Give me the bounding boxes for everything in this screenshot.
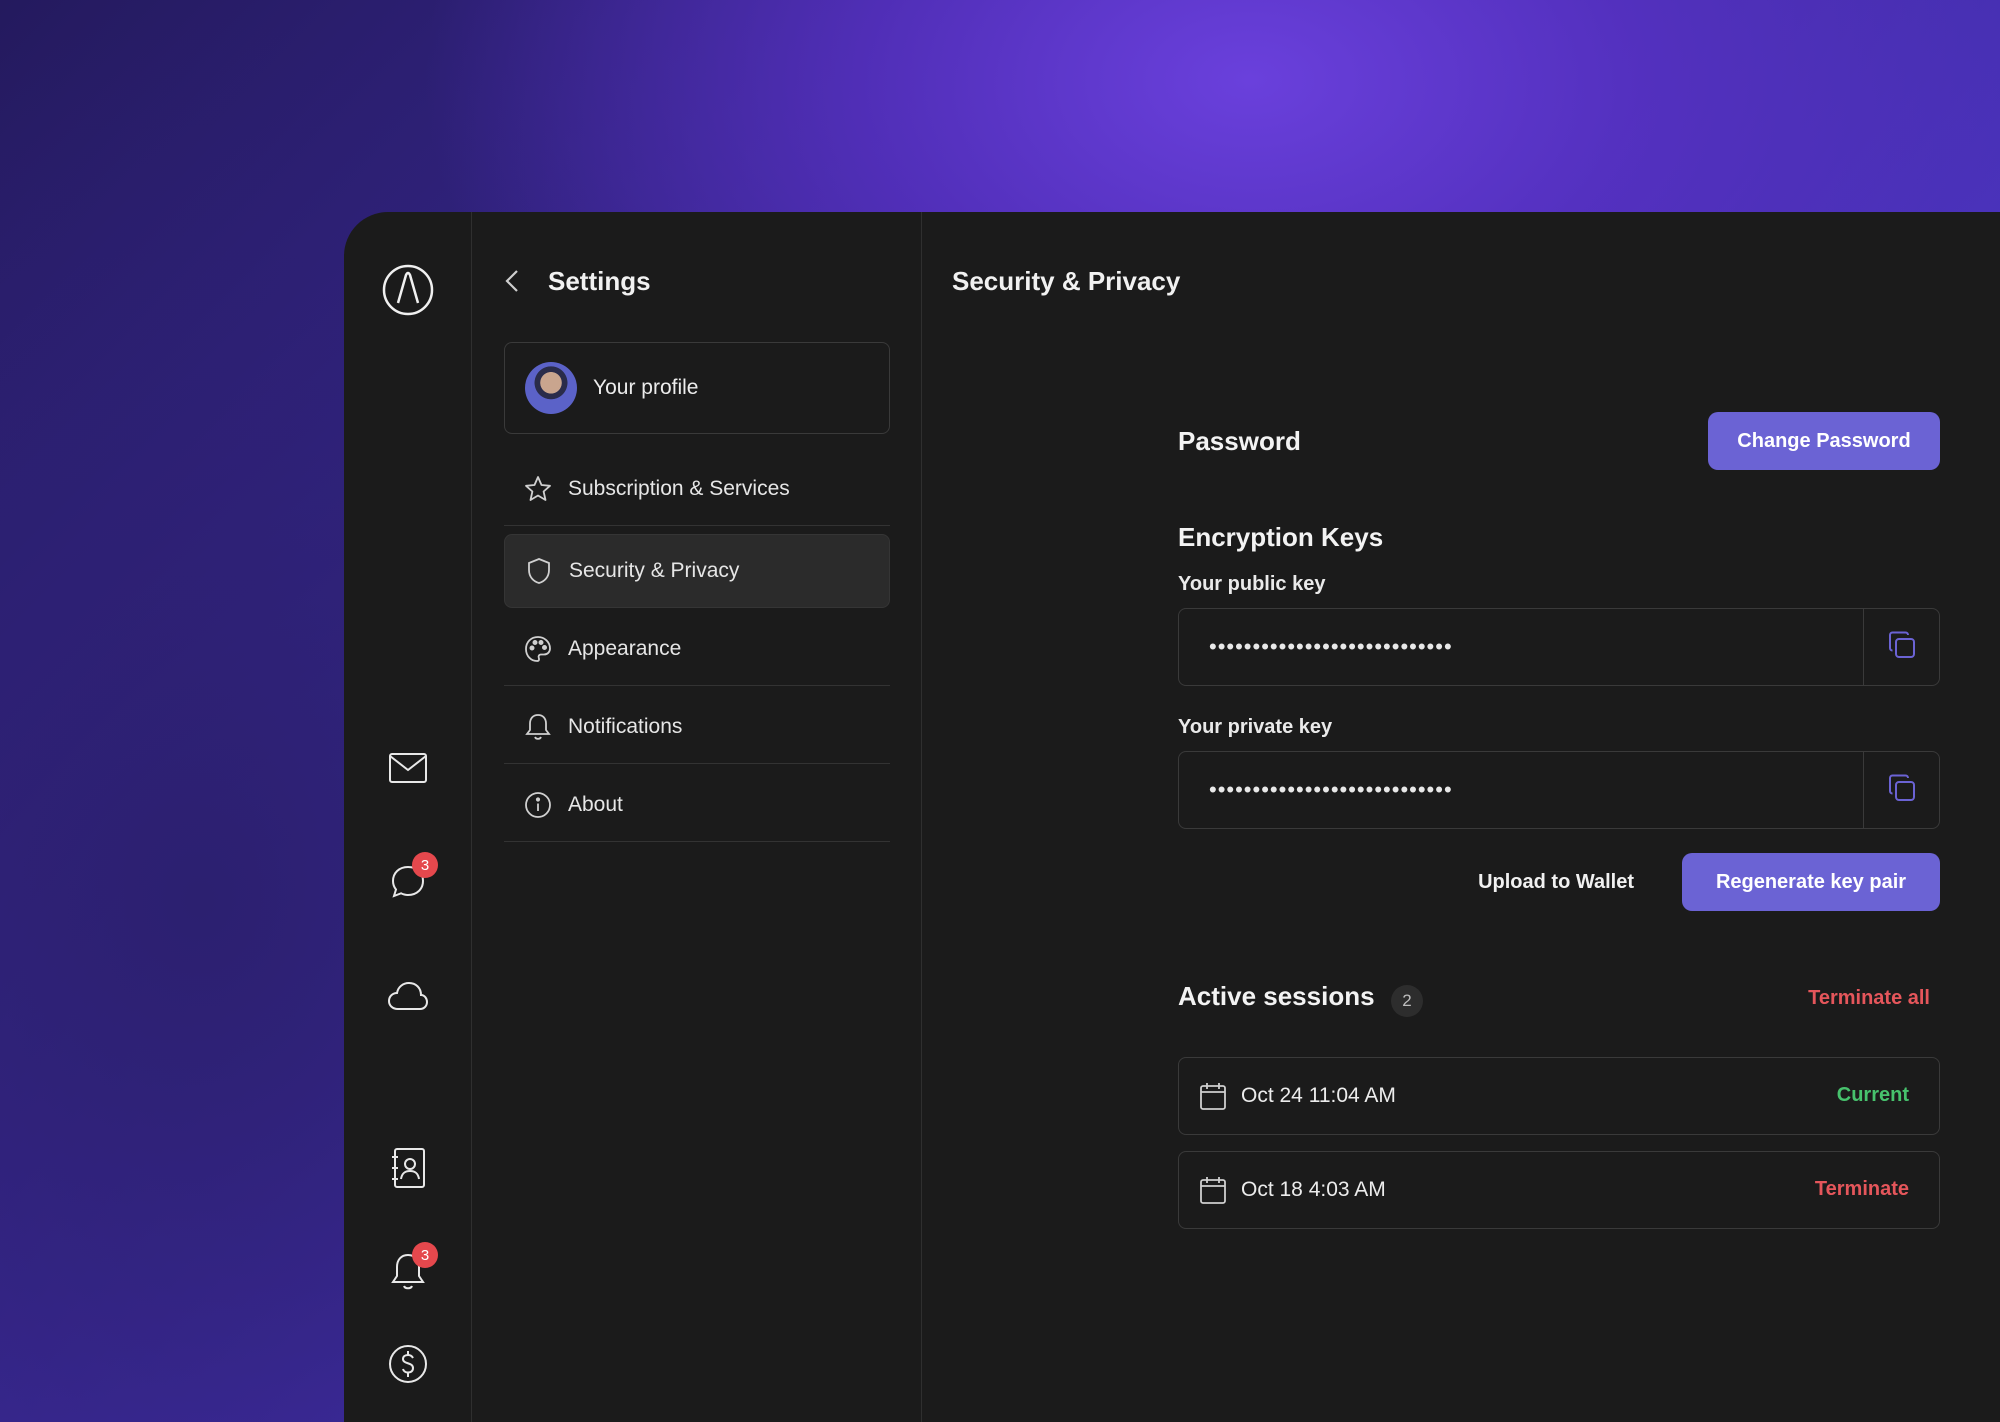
copy-private-key-button[interactable]: [1863, 752, 1939, 828]
chat-icon[interactable]: 3: [380, 852, 438, 910]
sessions-count-badge: 2: [1391, 984, 1424, 1017]
password-row: Password Change Password: [1178, 412, 1940, 470]
session-date: Oct 24 11:04 AM: [1241, 1083, 1396, 1107]
copy-icon: [1887, 773, 1917, 808]
settings-header: Settings: [504, 256, 651, 306]
key-actions: Upload to Wallet Regenerate key pair: [1178, 853, 1940, 911]
private-key-value[interactable]: ••••••••••••••••••••••••••••: [1179, 752, 1863, 828]
sessions-heading: Active sessions: [1178, 981, 1375, 1011]
security-content: Password Change Password Encryption Keys…: [1178, 412, 1940, 1229]
encryption-section: Encryption Keys Your public key ••••••••…: [1178, 522, 1940, 911]
contacts-icon[interactable]: [380, 1140, 436, 1196]
private-key-label: Your private key: [1178, 716, 1333, 738]
nav-item-about[interactable]: About: [504, 768, 890, 842]
sessions-list: Oct 24 11:04 AM Current Oct 18 4:03 AM T…: [1178, 1056, 1940, 1229]
page-title: Security & Privacy: [952, 265, 1181, 296]
nav-item-label: Subscription & Services: [568, 476, 790, 500]
palette-icon: [524, 635, 552, 663]
shield-icon: [525, 557, 553, 585]
regenerate-key-pair-button[interactable]: Regenerate key pair: [1682, 853, 1940, 911]
session-row: Oct 18 4:03 AM Terminate: [1178, 1150, 1940, 1229]
star-icon: [524, 475, 552, 503]
nav-item-subscription[interactable]: Subscription & Services: [504, 452, 890, 526]
profile-label: Your profile: [593, 376, 699, 399]
copy-public-key-button[interactable]: [1863, 609, 1939, 685]
nav-item-label: About: [568, 792, 623, 816]
calendar-icon: [1199, 1175, 1229, 1205]
encryption-heading: Encryption Keys: [1178, 522, 1384, 552]
your-profile-card[interactable]: Your profile: [504, 342, 890, 434]
public-key-value[interactable]: ••••••••••••••••••••••••••••: [1179, 609, 1863, 685]
nav-item-label: Notifications: [568, 714, 683, 738]
mail-icon[interactable]: [380, 740, 436, 796]
session-terminate-button[interactable]: Terminate: [1815, 1178, 1909, 1201]
nav-item-appearance[interactable]: Appearance: [504, 612, 890, 686]
avatar: [525, 362, 577, 414]
nav-item-notifications[interactable]: Notifications: [504, 690, 890, 764]
private-key-field: ••••••••••••••••••••••••••••: [1178, 751, 1940, 829]
session-status-current: Current: [1836, 1084, 1909, 1107]
session-row: Oct 24 11:04 AM Current: [1178, 1056, 1940, 1135]
back-chevron-icon[interactable]: [504, 263, 540, 299]
upload-to-wallet-button[interactable]: Upload to Wallet: [1478, 871, 1634, 894]
icon-rail: 3 3: [344, 212, 472, 1422]
nav-item-label: Security & Privacy: [569, 559, 740, 582]
terminate-all-button[interactable]: Terminate all: [1808, 987, 1930, 1010]
app-window: 3 3 Settings Your profile Subscription &…: [344, 212, 2000, 1422]
settings-nav: Settings Your profile Subscription & Ser…: [472, 212, 922, 1422]
settings-title: Settings: [548, 265, 651, 296]
info-icon: [524, 791, 552, 819]
app-logo-icon[interactable]: [380, 262, 436, 318]
calendar-icon: [1199, 1081, 1229, 1111]
nav-item-security[interactable]: Security & Privacy: [504, 534, 890, 608]
public-key-field: ••••••••••••••••••••••••••••: [1178, 608, 1940, 686]
bell-rail-icon[interactable]: 3: [380, 1242, 438, 1300]
nav-item-label: Appearance: [568, 636, 682, 660]
session-date: Oct 18 4:03 AM: [1241, 1177, 1386, 1201]
chat-badge: 3: [412, 852, 438, 878]
bell-badge: 3: [412, 1242, 438, 1268]
billing-icon[interactable]: [380, 1336, 436, 1392]
cloud-icon[interactable]: [380, 968, 436, 1024]
main-panel: Security & Privacy Password Change Passw…: [922, 212, 2000, 1422]
password-heading: Password: [1178, 425, 1301, 456]
public-key-label: Your public key: [1178, 573, 1326, 595]
bell-icon: [524, 713, 552, 741]
change-password-button[interactable]: Change Password: [1708, 412, 1940, 470]
copy-icon: [1887, 630, 1917, 665]
sessions-header: Active sessions 2 Terminate all: [1178, 981, 1940, 1017]
